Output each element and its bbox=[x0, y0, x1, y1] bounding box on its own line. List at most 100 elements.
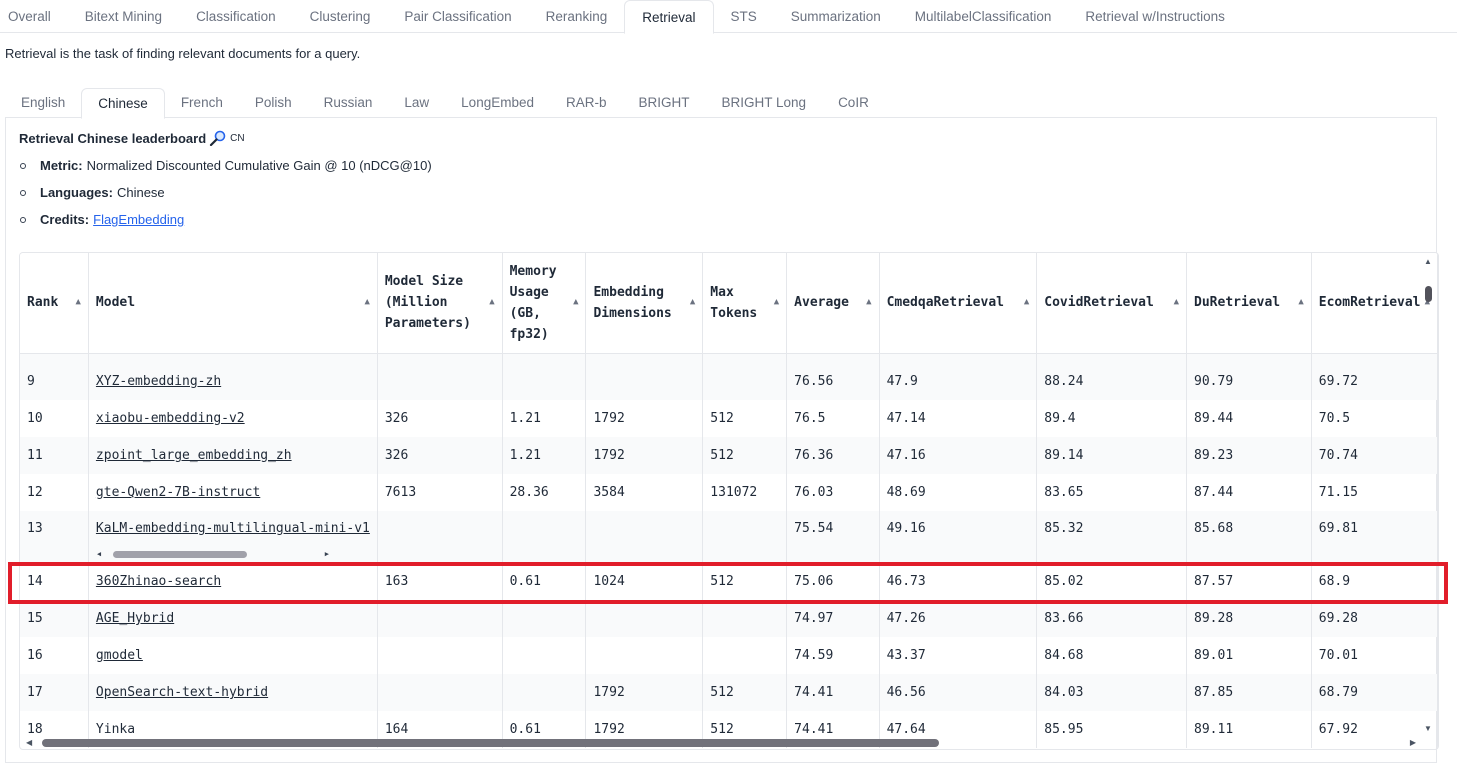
column-header[interactable]: Rank ▲ bbox=[20, 253, 89, 354]
table-cell: 46.73 bbox=[879, 563, 1038, 600]
leaderboard-title-text: Retrieval Chinese leaderboard bbox=[19, 130, 207, 146]
table-cell: 83.66 bbox=[1036, 600, 1188, 637]
sort-arrow-icon[interactable]: ▲ bbox=[1024, 292, 1029, 313]
table-cell: 360Zhinao-search bbox=[88, 563, 378, 600]
sort-arrow-icon[interactable]: ▲ bbox=[774, 292, 779, 313]
scroll-right-arrow-icon[interactable]: ▶ bbox=[325, 550, 329, 558]
table-cell: 12 bbox=[20, 474, 89, 511]
sort-arrow-icon[interactable]: ▲ bbox=[690, 292, 695, 313]
table-cell: 68.79 bbox=[1311, 674, 1438, 711]
column-header[interactable]: Model Size (Million Parameters) ▲ bbox=[377, 253, 503, 354]
subtab-rar-b[interactable]: RAR-b bbox=[550, 88, 623, 118]
table-cell bbox=[502, 674, 587, 711]
horizontal-scroll-thumb[interactable] bbox=[42, 739, 939, 747]
table-cell: 89.01 bbox=[1186, 637, 1312, 674]
scroll-down-arrow-icon[interactable]: ▼ bbox=[1424, 724, 1432, 733]
model-link[interactable]: XYZ-embedding-zh bbox=[96, 374, 221, 389]
column-header[interactable]: Memory Usage (GB, fp32) ▲ bbox=[502, 253, 587, 354]
subtab-bright[interactable]: BRIGHT bbox=[623, 88, 706, 118]
subtab-russian[interactable]: Russian bbox=[308, 88, 389, 118]
model-link[interactable]: AGE_Hybrid bbox=[96, 611, 174, 626]
column-header[interactable]: DuRetrieval ▲ bbox=[1186, 253, 1312, 354]
tab-reranking[interactable]: Reranking bbox=[529, 0, 625, 33]
column-header[interactable]: Average ▲ bbox=[786, 253, 880, 354]
table-cell bbox=[702, 600, 788, 637]
cell-scroll-thumb[interactable] bbox=[112, 551, 247, 558]
table-cell bbox=[377, 363, 503, 400]
column-header[interactable]: EcomRetrieval ▲ bbox=[1311, 253, 1438, 354]
table-row: 12 gte-Qwen2-7B-instruct 7613 28.36 3584 1310… bbox=[20, 474, 1438, 511]
table-cell bbox=[377, 674, 503, 711]
top-tab-bar: Overall Bitext Mining Classification Cluste… bbox=[0, 0, 1457, 34]
model-link[interactable]: 360Zhinao-search bbox=[96, 574, 221, 589]
leaderboard-table: Rank ▲ Model ▲ Model Size (Million Parameter… bbox=[20, 253, 1438, 748]
table-cell: 14 bbox=[20, 563, 89, 600]
sort-arrow-icon[interactable]: ▲ bbox=[1298, 292, 1303, 313]
subtab-chinese[interactable]: Chinese bbox=[81, 88, 165, 119]
subtab-french[interactable]: French bbox=[165, 88, 239, 118]
tab-multilabelclassification[interactable]: MultilabelClassification bbox=[898, 0, 1069, 33]
model-link[interactable]: OpenSearch-text-hybrid bbox=[96, 685, 268, 700]
leaderboard-table-container: Rank ▲ Model ▲ Model Size (Million Parameter… bbox=[19, 252, 1439, 750]
subtab-longembed[interactable]: LongEmbed bbox=[445, 88, 550, 118]
table-cell: 1024 bbox=[585, 563, 704, 600]
sort-arrow-icon[interactable]: ▲ bbox=[1174, 292, 1179, 313]
tab-bitext-mining[interactable]: Bitext Mining bbox=[68, 0, 179, 33]
table-vertical-scrollbar[interactable]: ▲ ▼ bbox=[1422, 253, 1435, 733]
tab-summarization[interactable]: Summarization bbox=[774, 0, 898, 33]
column-header[interactable]: Model ▲ bbox=[88, 253, 378, 354]
sort-arrow-icon[interactable]: ▲ bbox=[76, 292, 81, 313]
column-header-label: Model bbox=[95, 295, 136, 311]
table-cell: 89.4 bbox=[1036, 400, 1188, 437]
column-header[interactable]: CmedqaRetrieval ▲ bbox=[879, 253, 1038, 354]
model-link[interactable]: gmodel bbox=[96, 648, 143, 663]
tab-retrieval-w-instructions[interactable]: Retrieval w/Instructions bbox=[1068, 0, 1242, 33]
model-link[interactable]: KaLM-embedding-multilingual-mini-v1 bbox=[96, 521, 370, 536]
scroll-left-arrow-icon[interactable]: ◀ bbox=[97, 550, 101, 558]
column-header[interactable]: Embedding Dimensions ▲ bbox=[585, 253, 704, 354]
table-row: 10 xiaobu-embedding-v2 326 1.21 1792 512 76.5 4… bbox=[20, 400, 1438, 437]
scroll-right-arrow-icon[interactable]: ▶ bbox=[1410, 737, 1416, 749]
model-link[interactable]: gte-Qwen2-7B-instruct bbox=[96, 485, 260, 500]
table-row: 9 XYZ-embedding-zh 76.56 47.9 88.24 90.79 69.7… bbox=[20, 363, 1438, 400]
model-link[interactable]: zpoint_large_embedding_zh bbox=[96, 448, 292, 463]
table-cell: 15 bbox=[20, 600, 89, 637]
scroll-up-arrow-icon[interactable]: ▲ bbox=[1424, 257, 1432, 266]
cell-horizontal-scrollbar[interactable]: ◀ ▶ bbox=[97, 550, 329, 558]
subtab-english[interactable]: English bbox=[5, 88, 81, 118]
table-horizontal-scrollbar[interactable]: ◀ ▶ bbox=[26, 737, 1416, 749]
tab-clustering[interactable]: Clustering bbox=[293, 0, 388, 33]
table-cell bbox=[585, 600, 704, 637]
table-cell bbox=[879, 353, 1038, 363]
tab-classification[interactable]: Classification bbox=[179, 0, 293, 33]
credits-link[interactable]: FlagEmbedding bbox=[93, 212, 184, 227]
model-link[interactable]: xiaobu-embedding-v2 bbox=[96, 411, 245, 426]
table-cell: zpoint_large_embedding_zh bbox=[88, 437, 378, 474]
sort-arrow-icon[interactable]: ▲ bbox=[364, 292, 369, 313]
subtab-coir[interactable]: CoIR bbox=[822, 88, 885, 118]
tab-overall[interactable]: Overall bbox=[0, 0, 68, 33]
column-header[interactable]: Max Tokens ▲ bbox=[702, 253, 788, 354]
sort-arrow-icon[interactable]: ▲ bbox=[489, 292, 494, 313]
table-cell: 0.61 bbox=[502, 563, 587, 600]
table-cell: 89.14 bbox=[1036, 437, 1188, 474]
scroll-left-arrow-icon[interactable]: ◀ bbox=[26, 737, 32, 749]
table-cell bbox=[1036, 353, 1188, 363]
vertical-scroll-thumb[interactable] bbox=[1425, 286, 1432, 302]
table-row: 14 360Zhinao-search 163 0.61 1024 512 75.06 46.… bbox=[20, 563, 1438, 600]
table-cell: 1792 bbox=[585, 674, 704, 711]
table-cell: 47.16 bbox=[879, 437, 1038, 474]
sort-arrow-icon[interactable]: ▲ bbox=[866, 292, 871, 313]
column-header[interactable]: CovidRetrieval ▲ bbox=[1036, 253, 1188, 354]
table-cell: 17 bbox=[20, 674, 89, 711]
subtab-bright-long[interactable]: BRIGHT Long bbox=[706, 88, 823, 118]
tab-retrieval[interactable]: Retrieval bbox=[624, 0, 714, 34]
table-row: 15 AGE_Hybrid 74.97 47.26 83.66 89.28 69.28 bbox=[20, 600, 1438, 637]
tab-sts[interactable]: STS bbox=[714, 0, 774, 33]
sort-arrow-icon[interactable]: ▲ bbox=[573, 292, 578, 313]
subtab-polish[interactable]: Polish bbox=[239, 88, 308, 118]
table-cell bbox=[702, 353, 788, 363]
subtab-law[interactable]: Law bbox=[388, 88, 445, 118]
tab-pair-classification[interactable]: Pair Classification bbox=[387, 0, 528, 33]
table-row: 17 OpenSearch-text-hybrid 1792 512 74.41 46.5… bbox=[20, 674, 1438, 711]
